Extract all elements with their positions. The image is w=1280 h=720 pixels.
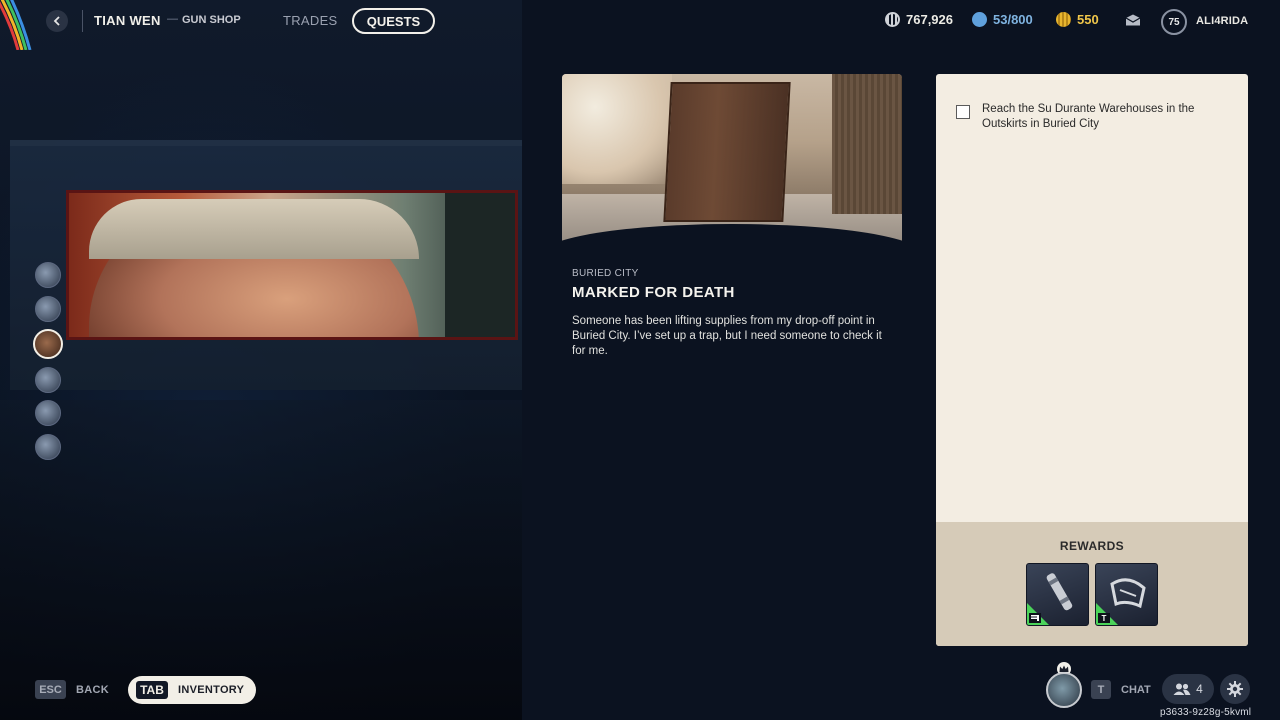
vendor-helmet: [89, 199, 419, 259]
vendor-role: GUN SHOP: [182, 14, 241, 26]
npc-avatar-list: [33, 262, 63, 467]
inventory-button[interactable]: TAB INVENTORY: [128, 676, 256, 704]
vendor-dash: —: [167, 13, 178, 25]
tab-key-hint: TAB: [136, 681, 168, 699]
coins-value: 767,926: [906, 12, 953, 27]
npc-avatar-4[interactable]: [35, 366, 61, 393]
top-bar: TIAN WEN — GUN SHOP TRADES QUESTS 767,92…: [0, 0, 1280, 50]
npc-avatar-5[interactable]: [35, 400, 61, 426]
divider: [82, 10, 83, 32]
capacity-stat: 53/800: [972, 12, 1033, 27]
esc-key-hint: ESC: [35, 680, 66, 699]
username[interactable]: ALI4RIDA: [1196, 15, 1248, 27]
quest-location: BURIED CITY: [572, 268, 639, 279]
vendor-name: TIAN WEN: [94, 13, 161, 28]
npc-avatar-2[interactable]: [35, 295, 61, 322]
quest-image: [562, 74, 902, 244]
back-arrow-button[interactable]: [46, 10, 68, 32]
quest-image-sky: [562, 74, 672, 184]
group-icon: [1173, 683, 1191, 695]
inventory-label: INVENTORY: [178, 684, 245, 696]
chat-button[interactable]: CHAT: [1121, 684, 1151, 696]
settings-button[interactable]: [1220, 674, 1250, 704]
capacity-value: 53/800: [993, 12, 1033, 27]
reward-tag: T: [1098, 613, 1110, 623]
npc-avatar-6[interactable]: [35, 433, 61, 460]
window-shadow: [445, 193, 515, 337]
reward-item-1[interactable]: [1026, 563, 1089, 626]
objective-text: Reach the Su Durante Warehouses in the O…: [982, 103, 1195, 130]
gear-icon: [1227, 681, 1243, 697]
chevron-left-icon: [53, 16, 60, 26]
player-level-badge: 75: [1161, 9, 1187, 35]
quest-description: Someone has been lifting supplies from m…: [572, 315, 882, 357]
vendor-scene: [0, 0, 522, 720]
quest-image-wall: [832, 74, 902, 214]
coins-stat: 767,926: [885, 12, 953, 27]
quest-title: MARKED FOR DEATH: [572, 284, 735, 301]
rewards-section: REWARDS T: [936, 522, 1248, 646]
backpack-icon: [972, 12, 987, 27]
tab-quests[interactable]: QUESTS: [352, 8, 435, 34]
chat-key-hint: T: [1091, 680, 1111, 699]
scene-floor: [0, 400, 522, 720]
session-id: p3633-9z28g-5kvml: [1160, 707, 1252, 718]
ammo-tag-icon: [1029, 613, 1041, 623]
rewards-title: REWARDS: [1059, 539, 1125, 553]
credits-value: 550: [1077, 12, 1099, 27]
tab-trades[interactable]: TRADES: [283, 13, 338, 28]
mail-icon[interactable]: [1125, 14, 1141, 26]
objectives-panel: Reach the Su Durante Warehouses in the O…: [936, 74, 1248, 646]
reward-item-2[interactable]: T: [1095, 563, 1158, 626]
quest-image-crate: [663, 82, 791, 222]
vendor-portrait-window: [66, 190, 518, 340]
credits-icon: [1056, 12, 1071, 27]
player-avatar[interactable]: [1046, 672, 1082, 708]
npc-avatar-3-selected[interactable]: [33, 329, 63, 359]
credits-stat: 550: [1056, 12, 1099, 27]
npc-avatar-1[interactable]: [35, 262, 61, 288]
rainbow-logo-icon: [0, 0, 32, 50]
party-button[interactable]: 4: [1162, 674, 1214, 704]
objective-checkbox[interactable]: [956, 105, 970, 119]
party-count: 4: [1196, 682, 1203, 696]
objective-item: Reach the Su Durante Warehouses in the O…: [956, 102, 1216, 132]
coin-icon: [885, 12, 900, 27]
back-button[interactable]: BACK: [76, 684, 109, 696]
